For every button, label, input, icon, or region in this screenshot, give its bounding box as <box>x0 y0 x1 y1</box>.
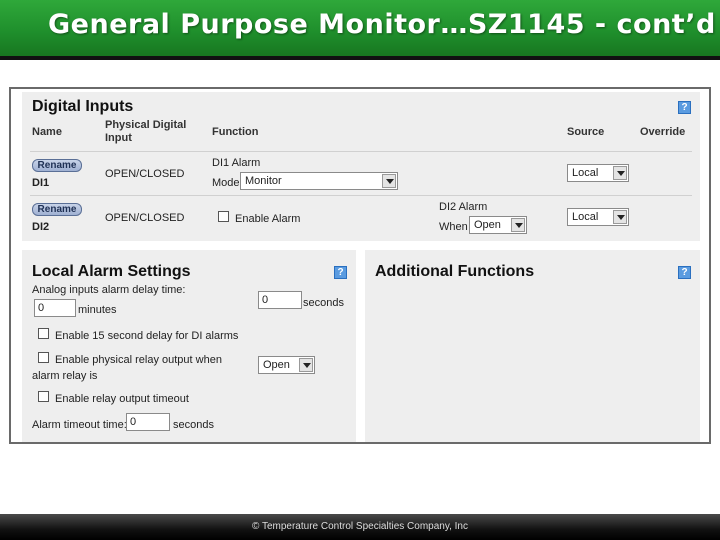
di1-alarm-title: DI1 Alarm <box>212 157 261 169</box>
minutes-unit: minutes <box>78 304 117 316</box>
column-header-physical-1: Physical Digital <box>105 119 187 131</box>
delay-seconds-input[interactable]: 0 <box>258 291 302 309</box>
banner-divider <box>0 56 720 60</box>
screenshot-frame: Digital Inputs ? Name Physical Digital I… <box>9 87 711 444</box>
enable-15s-delay-label: Enable 15 second delay for DI alarms <box>55 330 239 342</box>
di2-alarm-title: DI2 Alarm <box>439 201 488 213</box>
column-header-source: Source <box>567 126 605 138</box>
chevron-down-icon[interactable] <box>299 358 313 372</box>
column-header-name: Name <box>32 126 62 138</box>
di2-source-value: Local <box>572 211 599 223</box>
relay-timeout-checkbox[interactable] <box>38 391 49 402</box>
chevron-down-icon[interactable] <box>613 166 627 180</box>
alarm-timeout-label: Alarm timeout time: <box>32 419 127 431</box>
di1-mode-select[interactable]: Monitor <box>240 172 398 190</box>
alarm-timeout-input[interactable]: 0 <box>126 413 170 431</box>
relay-timeout-label: Enable relay output timeout <box>55 393 189 405</box>
analog-delay-label: Analog inputs alarm delay time: <box>32 284 186 296</box>
local-alarm-title: Local Alarm Settings <box>32 263 191 280</box>
timeout-unit: seconds <box>173 419 214 431</box>
chevron-down-icon[interactable] <box>382 174 396 188</box>
relay-label-line2: alarm relay is <box>32 370 98 382</box>
enable-relay-checkbox[interactable] <box>38 352 49 363</box>
di1-name: DI1 <box>32 177 50 189</box>
row-divider <box>30 195 692 196</box>
delay-minutes-input[interactable]: 0 <box>34 299 76 317</box>
di2-source-select[interactable]: Local <box>567 208 629 226</box>
rename-button-di1[interactable]: Rename <box>32 159 82 172</box>
di1-source-value: Local <box>572 167 599 179</box>
header-divider <box>30 151 692 152</box>
enable-15s-delay-checkbox[interactable] <box>38 328 49 339</box>
slide-title: General Purpose Monitor…SZ1145 - cont’d <box>48 9 716 40</box>
seconds-unit: seconds <box>303 297 344 309</box>
additional-functions-title: Additional Functions <box>375 263 535 280</box>
title-banner: General Purpose Monitor…SZ1145 - cont’d <box>0 0 720 58</box>
di1-source-select[interactable]: Local <box>567 164 629 182</box>
relay-state-select[interactable]: Open <box>258 356 315 374</box>
di2-when-label: When <box>439 221 468 233</box>
di2-name: DI2 <box>32 221 50 233</box>
column-header-override: Override <box>640 126 686 138</box>
column-header-function: Function <box>212 126 259 138</box>
di2-when-value: Open <box>474 219 501 231</box>
di2-when-select[interactable]: Open <box>469 216 527 234</box>
copyright-text: © Temperature Control Specialties Compan… <box>252 521 468 532</box>
digital-inputs-panel: Digital Inputs ? Name Physical Digital I… <box>22 92 700 241</box>
rename-button-di2[interactable]: Rename <box>32 203 82 216</box>
local-alarm-settings-panel: Local Alarm Settings ? Analog inputs ala… <box>22 250 356 442</box>
di1-physical: OPEN/CLOSED <box>105 168 185 180</box>
di1-mode-label: Mode <box>212 177 240 189</box>
help-icon[interactable]: ? <box>678 266 691 279</box>
footer-bar: © Temperature Control Specialties Compan… <box>0 514 720 540</box>
column-header-physical-2: Input <box>105 132 132 144</box>
additional-functions-panel: Additional Functions ? <box>365 250 700 442</box>
enable-alarm-label: Enable Alarm <box>235 213 301 225</box>
help-icon[interactable]: ? <box>678 101 691 114</box>
chevron-down-icon[interactable] <box>613 210 627 224</box>
enable-alarm-checkbox[interactable] <box>218 211 229 222</box>
di1-mode-value: Monitor <box>245 175 282 187</box>
relay-state-value: Open <box>263 359 290 371</box>
digital-inputs-title: Digital Inputs <box>32 98 134 115</box>
relay-label-line1: Enable physical relay output when <box>55 354 222 366</box>
di2-physical: OPEN/CLOSED <box>105 212 185 224</box>
chevron-down-icon[interactable] <box>511 218 525 232</box>
help-icon[interactable]: ? <box>334 266 347 279</box>
